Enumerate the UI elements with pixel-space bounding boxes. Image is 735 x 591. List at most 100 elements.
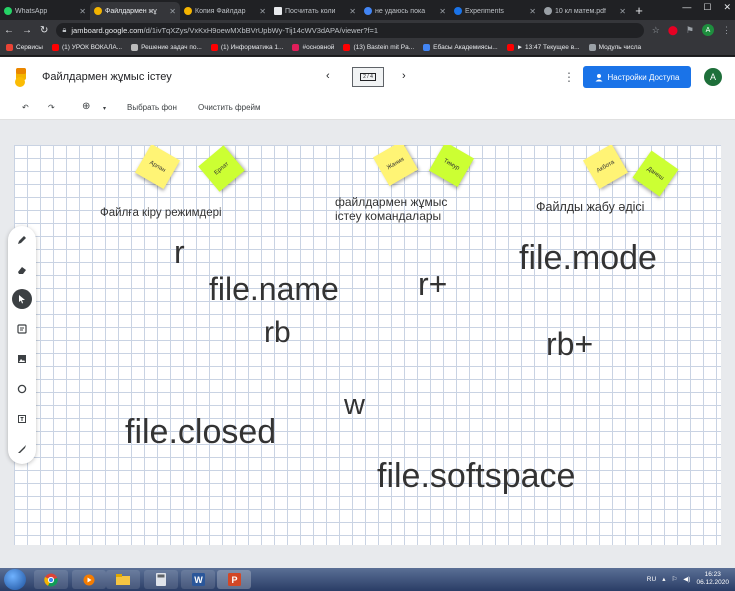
close-tab-icon[interactable]: ✕ bbox=[529, 7, 536, 16]
close-tab-icon[interactable]: ✕ bbox=[169, 7, 176, 16]
bookmark-item[interactable]: Модуль числа bbox=[588, 44, 641, 51]
chrome-menu-icon[interactable]: ⋮ bbox=[722, 25, 731, 36]
volume-icon[interactable]: ◀) bbox=[683, 575, 690, 583]
select-tool-button[interactable] bbox=[12, 289, 32, 309]
taskbar-media-player[interactable] bbox=[72, 570, 106, 589]
sticky-note[interactable]: Данеш bbox=[632, 150, 679, 197]
sticky-note[interactable]: Жания bbox=[372, 145, 419, 187]
add-person-icon bbox=[595, 73, 603, 81]
minimize-icon[interactable]: — bbox=[682, 2, 691, 13]
reload-icon[interactable]: ↻ bbox=[40, 25, 48, 36]
text-box[interactable]: r bbox=[174, 234, 185, 271]
site-icon bbox=[423, 44, 431, 51]
sticky-note[interactable]: Ерлат bbox=[198, 145, 245, 192]
sticky-note[interactable]: Акбота bbox=[582, 145, 629, 190]
redo-icon[interactable]: ↷ bbox=[48, 103, 55, 112]
jamboard-icon bbox=[184, 7, 192, 15]
text-box[interactable]: file.mode bbox=[519, 239, 657, 278]
whatsapp-icon bbox=[4, 7, 12, 15]
pinterest-extension-icon[interactable]: ⬤ bbox=[668, 25, 678, 36]
url-field[interactable]: 🔒︎ jamboard.google.com/d/1ivTqXZys/VxKxH… bbox=[56, 22, 644, 38]
taskbar-chrome[interactable] bbox=[34, 570, 68, 589]
shape-tool-button[interactable] bbox=[12, 379, 32, 399]
folder-icon bbox=[116, 574, 130, 585]
heading-file-commands[interactable]: файлдармен жұмыс істеу командалары bbox=[335, 195, 477, 223]
taskbar-calculator[interactable] bbox=[144, 570, 178, 589]
heading-close-method[interactable]: Файлды жабу әдісі bbox=[536, 200, 644, 214]
text-box[interactable]: rb+ bbox=[546, 326, 593, 363]
set-background-button[interactable]: Выбрать фон bbox=[127, 103, 177, 112]
whiteboard-frame[interactable]: Арлан Ерлат Жания Тимур Акбота Данеш Фай… bbox=[14, 145, 721, 545]
board-title[interactable]: Файлдармен жұмыс істеу bbox=[42, 71, 172, 83]
star-icon[interactable]: ☆ bbox=[652, 25, 660, 36]
text-box[interactable]: file.softspace bbox=[377, 457, 575, 496]
profile-avatar[interactable]: A bbox=[702, 24, 714, 36]
text-box[interactable]: rb bbox=[264, 316, 291, 350]
jamboard-icon bbox=[94, 7, 102, 15]
clock[interactable]: 16:23 06.12.2020 bbox=[696, 571, 729, 587]
more-options-icon[interactable]: ⋮ bbox=[563, 70, 575, 84]
heading-file-modes[interactable]: Файлға кіру режимдері bbox=[100, 206, 222, 220]
close-tab-icon[interactable]: ✕ bbox=[259, 7, 266, 16]
share-button[interactable]: Настройки Доступа bbox=[583, 66, 691, 88]
eraser-tool-button[interactable] bbox=[12, 260, 32, 280]
bookmark-item[interactable]: (1) Информатика 1... bbox=[210, 44, 283, 51]
bookmark-item[interactable]: Сервисы bbox=[6, 44, 43, 51]
bookmark-item[interactable]: (13) Bastein mit Pa... bbox=[343, 44, 414, 51]
text-box[interactable]: w bbox=[344, 389, 365, 422]
bookmark-item[interactable]: Ебасы Академиясы... bbox=[423, 44, 498, 51]
maximize-icon[interactable]: ☐ bbox=[703, 2, 711, 13]
chrome-icon bbox=[44, 573, 58, 586]
textbox-tool-button[interactable] bbox=[12, 409, 32, 429]
tab-google[interactable]: не удаюсь пока ✕ bbox=[360, 2, 450, 20]
pen-icon bbox=[18, 236, 26, 244]
text-box[interactable]: r+ bbox=[418, 266, 447, 303]
sticky-note[interactable]: Арлан bbox=[134, 145, 181, 190]
bookmark-item[interactable]: ► 13:47 Текущее в... bbox=[506, 44, 580, 51]
frame-bar-button[interactable]: 2 / 4 bbox=[352, 67, 384, 87]
close-tab-icon[interactable]: ✕ bbox=[619, 7, 626, 16]
flag-icon[interactable]: ⚐ bbox=[671, 575, 677, 583]
extensions-icon[interactable]: ⚑ bbox=[686, 25, 694, 36]
taskbar-explorer[interactable] bbox=[106, 570, 140, 589]
back-icon[interactable]: ← bbox=[4, 25, 14, 36]
prev-frame-icon[interactable]: ‹ bbox=[326, 70, 330, 82]
bookmark-item[interactable]: #основной bbox=[292, 44, 334, 51]
forward-icon[interactable]: → bbox=[22, 25, 32, 36]
tray-arrow-icon[interactable]: ▴ bbox=[662, 575, 665, 583]
bookmark-item[interactable]: Решение задач по... bbox=[131, 44, 202, 51]
tab-jamboard-active[interactable]: Файлдармен жұ ✕ bbox=[90, 2, 180, 20]
close-tab-icon[interactable]: ✕ bbox=[349, 7, 356, 16]
zoom-icon[interactable]: ⊕ bbox=[82, 101, 90, 112]
next-frame-icon[interactable]: › bbox=[402, 70, 406, 82]
text-box[interactable]: file.closed bbox=[125, 413, 276, 452]
tab-pdf[interactable]: 10 кл матем.pdf ✕ bbox=[540, 2, 630, 20]
language-indicator[interactable]: RU bbox=[647, 576, 656, 583]
laser-tool-button[interactable] bbox=[12, 439, 32, 459]
tab-experiments[interactable]: Experiments ✕ bbox=[450, 2, 540, 20]
taskbar-word[interactable]: W bbox=[181, 570, 215, 589]
window-controls: — ☐ ✕ bbox=[682, 2, 731, 13]
user-avatar[interactable]: A bbox=[704, 68, 722, 86]
image-tool-button[interactable] bbox=[12, 349, 32, 369]
zoom-dropdown-icon[interactable]: ▾ bbox=[103, 105, 106, 112]
pen-tool-button[interactable] bbox=[12, 230, 32, 250]
bookmark-item[interactable]: (1) УРОК ВОКАЛА... bbox=[51, 44, 122, 51]
browser-tab-strip: WhatsApp ✕ Файлдармен жұ ✕ Копия Файлдар ✕ … bbox=[0, 0, 735, 20]
tab-jamboard-copy[interactable]: Копия Файлдар ✕ bbox=[180, 2, 270, 20]
close-tab-icon[interactable]: ✕ bbox=[439, 7, 446, 16]
taskbar-powerpoint[interactable]: P bbox=[217, 570, 251, 589]
clear-frame-button[interactable]: Очистить фрейм bbox=[198, 103, 261, 112]
undo-icon[interactable]: ↶ bbox=[22, 103, 29, 112]
sticky-note[interactable]: Тимур bbox=[428, 145, 475, 188]
start-button[interactable] bbox=[4, 569, 26, 590]
tab-count[interactable]: Посчитать коли ✕ bbox=[270, 2, 360, 20]
new-tab-button[interactable]: + bbox=[630, 2, 648, 20]
close-tab-icon[interactable]: ✕ bbox=[79, 7, 86, 16]
jamboard-logo-icon[interactable] bbox=[14, 68, 28, 88]
text-box[interactable]: file.name bbox=[209, 271, 339, 308]
sticky-note-tool-button[interactable] bbox=[12, 319, 32, 339]
jamboard-toolbar: ↶ ↷ ⊕ ▾ Выбрать фон Очистить фрейм bbox=[0, 98, 735, 120]
tab-whatsapp[interactable]: WhatsApp ✕ bbox=[0, 2, 90, 20]
close-window-icon[interactable]: ✕ bbox=[723, 2, 731, 13]
